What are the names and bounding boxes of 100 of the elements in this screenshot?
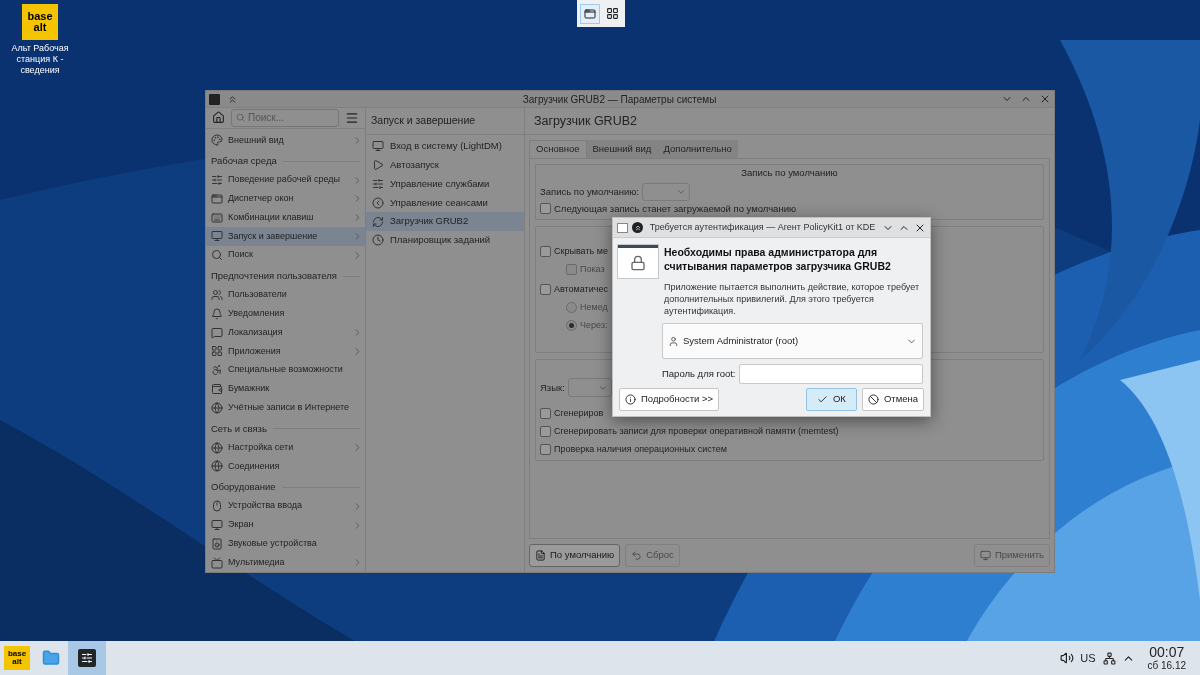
sidebar-item[interactable]: Уведомления (206, 304, 365, 324)
password-field[interactable] (739, 364, 923, 384)
sidebar-item[interactable]: Учётные записи в Интернете (206, 398, 365, 418)
section-heading: Предпочтения пользователя (211, 269, 337, 283)
tab[interactable]: Дополнительно (657, 140, 738, 158)
checkbox[interactable] (540, 443, 551, 455)
sidebar-item[interactable]: Соединения (206, 457, 365, 476)
users-icon (211, 289, 223, 302)
search-icon (236, 113, 245, 123)
clock-date[interactable]: сб 16.12 (1147, 661, 1186, 671)
dialog-button[interactable]: ОК (805, 388, 857, 411)
checkbox[interactable] (540, 203, 551, 215)
page-title: Загрузчик GRUB2 (534, 112, 637, 130)
wallet-icon (211, 383, 223, 395)
dialog-button[interactable]: Отмена (861, 388, 924, 411)
task-button[interactable] (68, 641, 106, 675)
refresh-icon (372, 215, 384, 228)
home-icon[interactable] (212, 111, 225, 125)
sidebar-item[interactable]: Пользователи (206, 285, 365, 305)
module-item[interactable]: Загрузчик GRUB2 (366, 212, 524, 231)
cancel-icon (867, 394, 879, 405)
accessibility-icon (211, 364, 223, 377)
field-label: Язык: (540, 380, 565, 395)
dialog-button[interactable]: Подробности >> (619, 388, 720, 411)
field-label: Пароль для root: (662, 366, 736, 381)
tv-icon (211, 556, 223, 569)
sidebar-item[interactable]: Устройства ввода (206, 496, 365, 516)
module-item[interactable]: Планировщик заданий (366, 231, 524, 250)
sidebar-item[interactable]: Поиск (206, 245, 365, 265)
menu-icon[interactable] (345, 110, 359, 125)
folder-icon (42, 649, 60, 667)
sidebar-item[interactable]: Комбинации клавиш (206, 208, 365, 228)
mouse-icon (211, 500, 223, 513)
module-item[interactable]: Управление службами (366, 174, 524, 194)
globe-icon (211, 401, 223, 414)
clock-time[interactable]: 00:07 (1149, 645, 1185, 659)
window-icon (211, 192, 223, 205)
sidebar-item[interactable]: Внешний вид (206, 130, 365, 150)
checkbox-label: Скрывать ме (554, 244, 608, 258)
desktop-icon-label[interactable]: Альт Рабочая станция К - сведения (8, 43, 72, 76)
monitor-icon (211, 519, 223, 531)
play-icon (372, 159, 384, 172)
dialog-heading: Необходимы права администратора для считывания параметров загрузчика GRUB2 (664, 245, 892, 273)
column-title: Запуск и завершение (371, 113, 476, 129)
checkbox-label: Следующая запись станет загружаемой по умолчанию (554, 203, 797, 215)
checkbox-label: Автоматичес (554, 282, 608, 296)
sidebar-item[interactable]: Экран (206, 515, 365, 535)
speech-bubble-icon (211, 326, 223, 339)
sidebar-item[interactable]: Диспетчер окон (206, 189, 365, 209)
sidebar-item[interactable]: Запуск и завершение (206, 227, 365, 246)
checkbox[interactable] (540, 245, 551, 257)
module-item[interactable]: Управление сеансами (366, 193, 524, 213)
sidebar-item[interactable]: Настройка сети (206, 438, 365, 457)
palette-icon (211, 134, 223, 147)
app-icon (617, 222, 628, 233)
checkbox-label: Проверка наличия операционных систем (554, 443, 727, 455)
footer-button[interactable]: По умолчанию (529, 544, 621, 567)
sliders-icon (372, 178, 384, 190)
sidebar-item[interactable]: Бумажник (206, 379, 365, 399)
language-dropdown[interactable] (567, 378, 612, 398)
checkbox[interactable] (540, 407, 551, 419)
settings-app-icon (78, 649, 96, 667)
keyboard-layout[interactable]: US (1080, 649, 1096, 667)
module-item[interactable]: Вход в систему (LightDM) (366, 137, 524, 156)
monitor-icon (211, 230, 223, 243)
network-icon[interactable] (1103, 651, 1117, 665)
speaker-icon (211, 537, 223, 550)
sidebar-item[interactable]: Мультимедиа (206, 553, 365, 572)
sidebar-item[interactable]: Приложения (206, 342, 365, 361)
volume-icon[interactable] (1060, 651, 1075, 665)
section-heading: Сеть и связь (211, 421, 267, 436)
bell-icon (211, 307, 223, 320)
sliders-icon (211, 174, 223, 187)
tab[interactable]: Основное (529, 140, 587, 158)
chevron-right-icon (352, 249, 363, 261)
keep-above-icon[interactable] (632, 222, 643, 233)
search-icon (211, 249, 223, 262)
document-icon (535, 550, 546, 561)
checkbox[interactable] (540, 283, 551, 295)
dialog-message: Приложение пытается выполнить действие, которое требует дополнительных привилегий. Для этого требуется аутентификация. (664, 281, 921, 317)
clock-icon (372, 234, 384, 247)
sidebar-item[interactable]: Звуковые устройства (206, 534, 365, 554)
chevron-right-icon (352, 500, 363, 512)
info-icon (625, 394, 636, 405)
sidebar-item[interactable]: Поведение рабочей среды (206, 170, 365, 190)
user-dropdown[interactable]: System Administrator (root) (662, 323, 923, 359)
checkbox-label: Сгенерировать записи для проверки оперативной памяти (memtest) (554, 425, 839, 437)
checkbox-label: Показ (580, 262, 605, 276)
group-heading: Запись по умолчанию (740, 166, 839, 180)
sidebar-item[interactable]: Специальные возможности (206, 360, 365, 380)
logo-icon: base alt (22, 4, 58, 40)
lock-window-icon (618, 245, 658, 278)
move-icon[interactable] (579, 3, 600, 24)
checkbox[interactable] (540, 425, 551, 437)
module-item[interactable]: Автозапуск (366, 155, 524, 175)
sidebar-item[interactable]: Локализация (206, 323, 365, 343)
radio-label: Через: (580, 318, 608, 332)
monitor-icon (979, 550, 991, 561)
section-heading: Рабочая среда (211, 154, 277, 169)
tab[interactable]: Внешний вид (586, 140, 658, 158)
